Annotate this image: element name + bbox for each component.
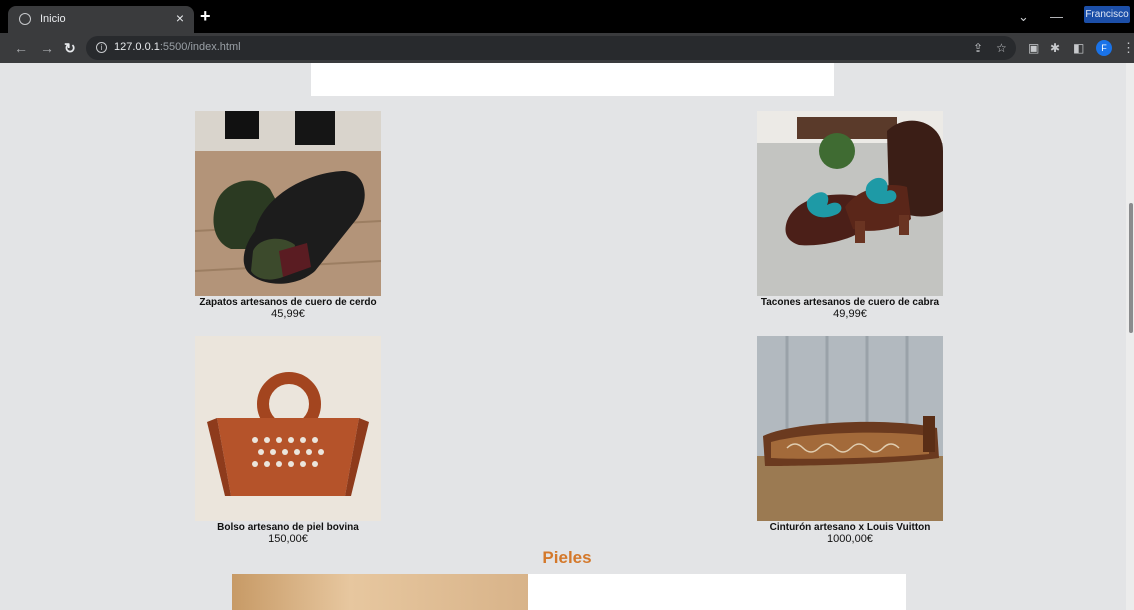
site-info-icon[interactable]: i — [96, 42, 107, 53]
tab-strip: Inicio × + ⌄ — Francisco — [0, 0, 1134, 33]
product-price: 150,00€ — [268, 533, 308, 545]
product-image-leather-shoes[interactable] — [195, 111, 381, 296]
url-path: :5500/index.html — [159, 41, 241, 53]
product-price: 45,99€ — [271, 308, 305, 320]
product-card[interactable]: Zapatos artesanos de cuero de cerdo 45,9… — [195, 111, 381, 320]
browser-tab[interactable]: Inicio × — [8, 6, 194, 33]
address-bar[interactable]: i 127.0.0.1:5500/index.html — [86, 36, 1016, 60]
header-banner — [311, 63, 834, 96]
back-icon[interactable]: ← — [14, 40, 28, 56]
pieles-section-image[interactable] — [232, 574, 528, 610]
scrollbar-track[interactable] — [1126, 63, 1134, 610]
extensions-puzzle-icon[interactable]: ✱ — [1050, 41, 1060, 55]
product-price: 1000,00€ — [827, 533, 873, 545]
product-name: Bolso artesano de piel bovina — [217, 522, 359, 533]
product-card[interactable]: Bolso artesano de piel bovina 150,00€ — [195, 336, 381, 545]
section-title-pieles: Pieles — [542, 548, 592, 567]
product-image-leather-bag[interactable] — [195, 336, 381, 521]
tab-title: Inicio — [40, 13, 66, 25]
url-text: 127.0.0.1:5500/index.html — [114, 41, 241, 53]
bookmark-star-icon[interactable]: ☆ — [996, 41, 1007, 55]
side-panel-icon[interactable]: ◧ — [1073, 41, 1084, 55]
forward-icon[interactable]: → — [40, 40, 54, 56]
tab-search-icon[interactable]: ⌄ — [1018, 9, 1029, 25]
browser-toolbar: ← → ↻ i 127.0.0.1:5500/index.html ⇪ ☆ ▣ … — [0, 33, 1134, 63]
new-tab-button[interactable]: + — [200, 6, 211, 26]
share-icon[interactable]: ⇪ — [973, 41, 983, 55]
extension-screen-icon[interactable]: ▣ — [1028, 41, 1039, 55]
product-image-heeled-shoes[interactable] — [757, 111, 943, 296]
profile-avatar[interactable]: F — [1096, 40, 1112, 56]
product-name: Zapatos artesanos de cuero de cerdo — [199, 297, 377, 308]
page-viewport: Zapatos artesanos de cuero de cerdo 45,9… — [0, 63, 1134, 610]
minimize-button[interactable]: — — [1050, 9, 1063, 24]
product-image-leather-belt[interactable] — [757, 336, 943, 521]
product-card[interactable]: Tacones artesanos de cuero de cabra 49,9… — [757, 111, 943, 320]
menu-kebab-icon[interactable]: ⋮ — [1122, 40, 1134, 56]
tab-close-icon[interactable]: × — [176, 10, 184, 26]
product-card[interactable]: Cinturón artesano x Louis Vuitton 1000,0… — [757, 336, 943, 545]
product-price: 49,99€ — [833, 308, 867, 320]
product-name: Cinturón artesano x Louis Vuitton — [769, 522, 931, 533]
globe-icon — [19, 13, 31, 25]
scrollbar-thumb[interactable] — [1129, 203, 1133, 333]
profile-name-chip[interactable]: Francisco — [1084, 6, 1130, 23]
url-host: 127.0.0.1 — [114, 41, 160, 53]
product-name: Tacones artesanos de cuero de cabra — [760, 297, 940, 308]
reload-icon[interactable]: ↻ — [64, 40, 76, 56]
